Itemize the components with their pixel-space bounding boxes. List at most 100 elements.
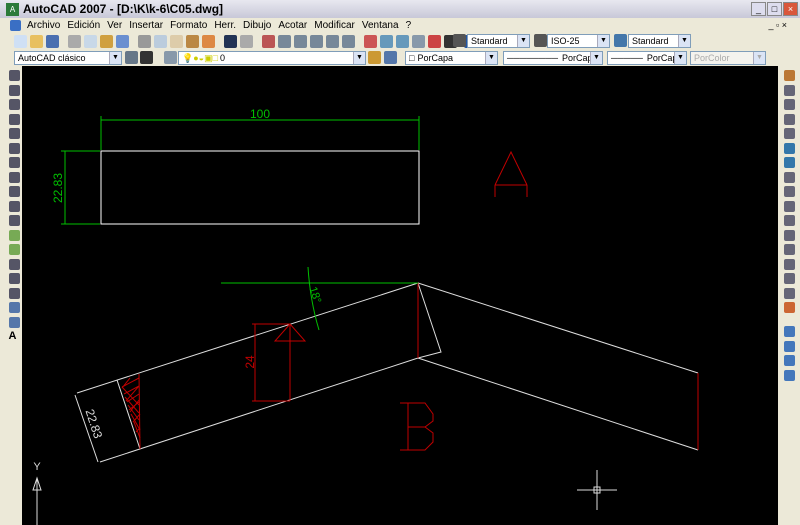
break-at-point-icon[interactable] (783, 229, 795, 241)
linetype-select[interactable]: ──────── PorCapa ▼ (503, 51, 603, 65)
designcenter-icon[interactable] (380, 34, 393, 48)
dim-beam-text: 22.83 (83, 407, 106, 440)
menu-insertar[interactable]: Insertar (129, 20, 163, 31)
zoom-realtime-icon[interactable] (278, 34, 291, 48)
paste-icon[interactable] (170, 34, 183, 48)
zoom-extents-icon[interactable] (342, 34, 355, 48)
menu-edicion[interactable]: Edición (67, 20, 100, 31)
text-style-select[interactable]: Standard ▼ (467, 34, 530, 48)
new-icon[interactable] (14, 34, 27, 48)
open-icon[interactable] (30, 34, 43, 48)
draworder-under-icon[interactable] (783, 369, 795, 381)
zoom-previous-icon[interactable] (310, 34, 323, 48)
minimize-button[interactable]: _ (751, 2, 766, 16)
rectangle-icon[interactable] (8, 128, 20, 139)
lineweight-sample-icon: ───── (611, 53, 643, 63)
cut-icon[interactable] (138, 34, 151, 48)
layer-previous-icon[interactable] (384, 51, 397, 64)
draworder-above-icon[interactable] (783, 355, 795, 366)
array-icon[interactable] (783, 128, 795, 139)
menu-help[interactable]: ? (406, 20, 412, 31)
menu-formato[interactable]: Formato (170, 20, 207, 31)
extend-icon[interactable] (783, 215, 795, 226)
explode-icon[interactable] (783, 302, 795, 313)
table-style-icon (614, 34, 627, 47)
chamfer-icon[interactable] (783, 273, 795, 284)
menu-acotar[interactable]: Acotar (278, 20, 307, 31)
doc-window-controls[interactable]: _ ▫ × (769, 20, 787, 30)
color-value: PorCapa (417, 53, 453, 63)
copy-object-icon[interactable] (783, 84, 795, 96)
fillet-icon[interactable] (783, 287, 795, 299)
lock-toolbar-icon[interactable] (140, 51, 153, 64)
menu-modificar[interactable]: Modificar (314, 20, 355, 31)
menu-ventana[interactable]: Ventana (362, 20, 399, 31)
matchprop-icon[interactable] (186, 34, 199, 48)
menu-archivo[interactable]: Archivo (27, 20, 60, 31)
preview-icon[interactable] (84, 34, 97, 48)
polygon-icon[interactable] (8, 113, 20, 125)
table-icon[interactable] (8, 316, 20, 328)
sheetset-icon[interactable] (412, 34, 425, 48)
gradient-icon[interactable] (8, 287, 20, 299)
table-style-select[interactable]: Standard ▼ (628, 34, 691, 48)
menu-dibujo[interactable]: Dibujo (243, 20, 271, 31)
break-icon[interactable] (783, 244, 795, 255)
workspace-settings-icon[interactable] (125, 51, 138, 64)
make-block-icon[interactable] (8, 244, 20, 255)
close-button[interactable]: × (783, 2, 798, 16)
zoom-icon[interactable] (326, 34, 339, 48)
copy-icon[interactable] (154, 34, 167, 48)
hatch-icon[interactable] (8, 273, 20, 284)
menu-ver[interactable]: Ver (107, 20, 122, 31)
pan-icon[interactable] (262, 34, 275, 48)
color-select[interactable]: □ PorCapa ▼ (405, 51, 498, 65)
layer-select[interactable]: 💡●◒▣□ 0 ▼ (178, 51, 366, 65)
maximize-button[interactable]: □ (767, 2, 782, 16)
stretch-icon[interactable] (783, 186, 795, 197)
draworder-front-icon[interactable] (783, 326, 795, 337)
arc-icon[interactable] (8, 142, 20, 154)
join-icon[interactable] (783, 258, 795, 270)
red-sections (121, 283, 699, 450)
rotate-icon[interactable] (783, 157, 795, 168)
undo-icon[interactable] (224, 34, 237, 48)
offset-icon[interactable] (783, 113, 795, 125)
mirror-icon[interactable] (783, 99, 795, 110)
save-icon[interactable] (46, 34, 59, 48)
toolpalettes-icon[interactable] (396, 34, 409, 48)
xline-icon[interactable] (8, 84, 20, 96)
web-icon[interactable] (116, 34, 129, 48)
redo-icon[interactable] (240, 34, 253, 48)
spline-icon[interactable] (8, 186, 20, 197)
ellipse-arc-icon[interactable] (8, 215, 20, 226)
draworder-back-icon[interactable] (783, 340, 795, 352)
line-icon[interactable] (8, 70, 20, 81)
properties-icon[interactable] (364, 34, 377, 48)
drawing-canvas[interactable]: 100 22.83 22.83 18° 24 Y (22, 66, 778, 525)
menu-herr[interactable]: Herr. (214, 20, 236, 31)
make-current-layer-icon[interactable] (368, 51, 381, 64)
block-editor-icon[interactable] (202, 34, 215, 48)
mtext-icon[interactable]: A (9, 331, 20, 342)
letter-b (400, 402, 434, 451)
ellipse-icon[interactable] (8, 200, 20, 212)
workspace-select[interactable]: AutoCAD clásico ▼ (14, 51, 122, 65)
point-icon[interactable] (8, 258, 20, 270)
publish-icon[interactable] (100, 34, 113, 48)
region-icon[interactable] (8, 302, 20, 313)
markup-icon[interactable] (428, 34, 441, 48)
print-icon[interactable] (68, 34, 81, 48)
scale-icon[interactable] (783, 171, 795, 183)
layer-manager-icon[interactable] (164, 51, 177, 64)
dim-style-select[interactable]: ISO-25 ▼ (547, 34, 610, 48)
circle-icon[interactable] (8, 157, 20, 168)
erase-icon[interactable] (783, 70, 795, 81)
insert-block-icon[interactable] (8, 229, 20, 241)
move-icon[interactable] (783, 142, 795, 154)
lineweight-select[interactable]: ───── PorCapa ▼ (607, 51, 687, 65)
trim-icon[interactable] (783, 200, 795, 212)
zoom-window-icon[interactable] (294, 34, 307, 48)
pline-icon[interactable] (8, 99, 20, 110)
revcloud-icon[interactable] (8, 171, 20, 183)
